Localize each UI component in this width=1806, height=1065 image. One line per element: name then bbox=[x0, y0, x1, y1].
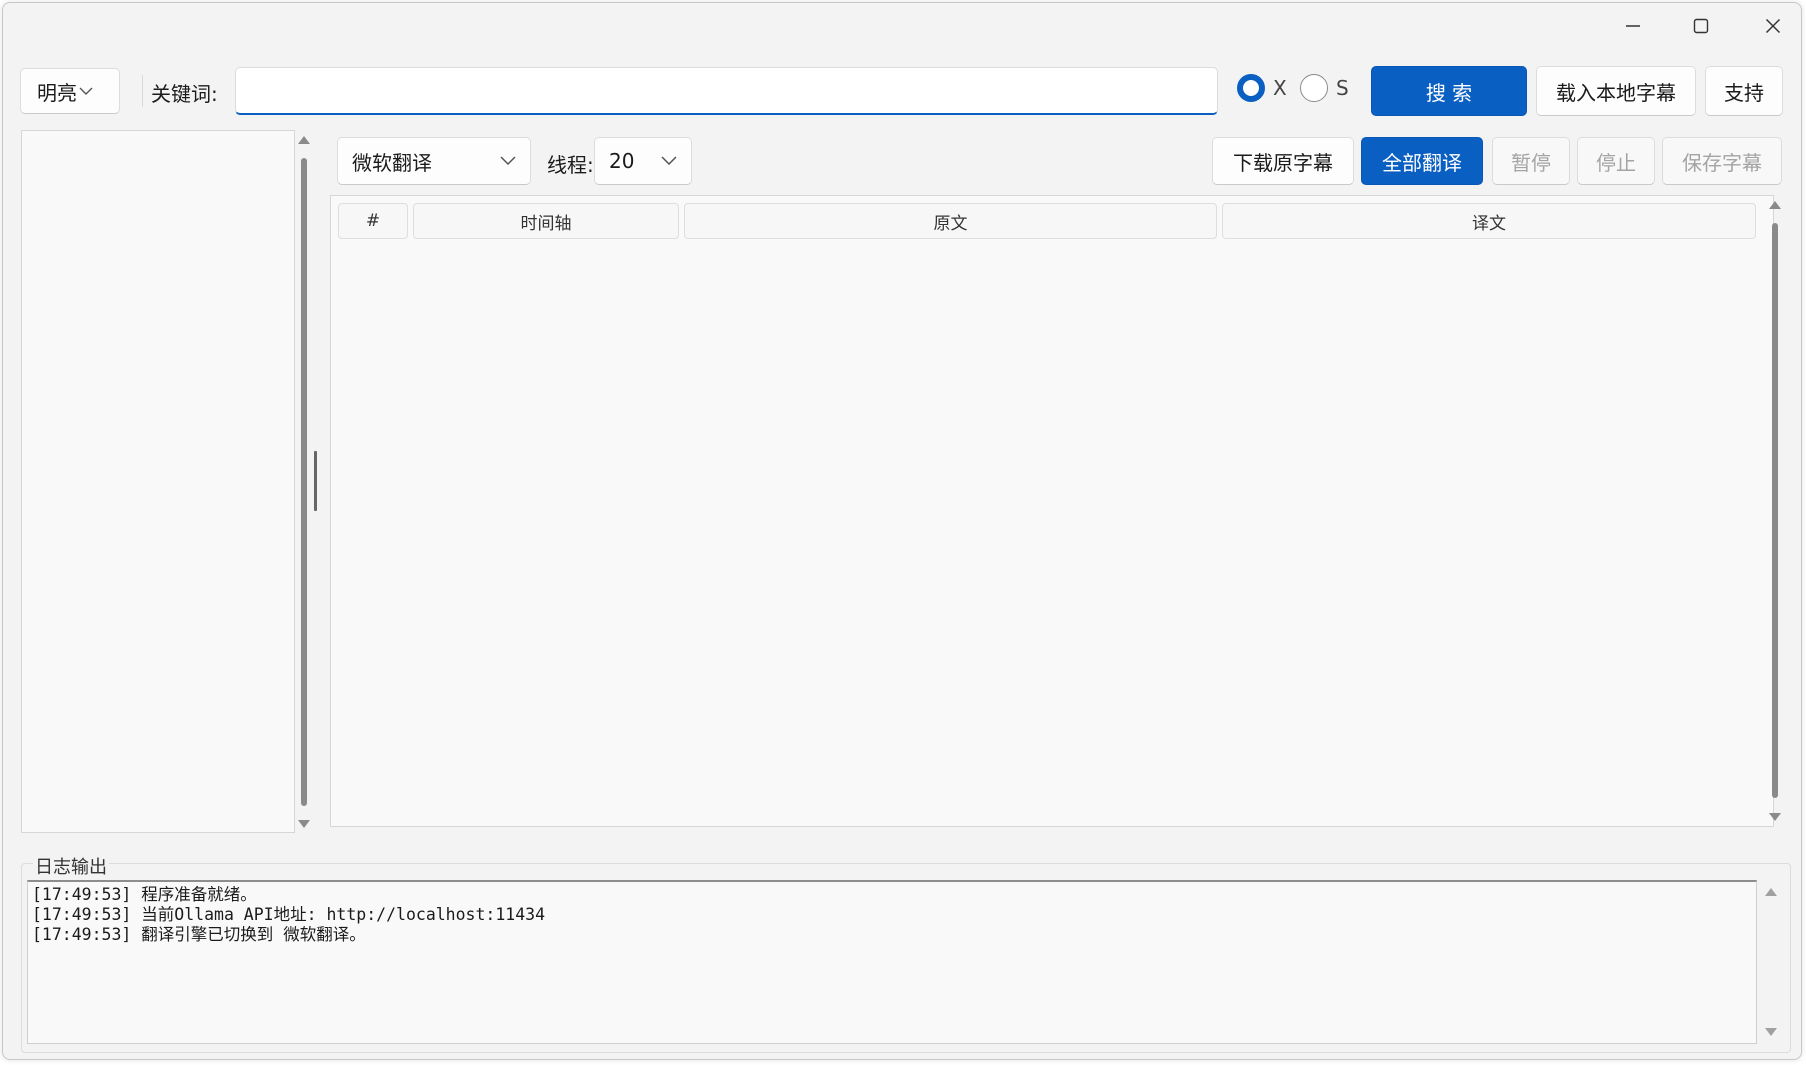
app-window: 明亮 关键词: X S 搜 索 载入本地字幕 支持 微软翻译 线程: 20 下载… bbox=[2, 2, 1802, 1060]
minimize-icon bbox=[1626, 25, 1640, 27]
threads-select[interactable]: 20 bbox=[594, 137, 692, 185]
log-title: 日志输出 bbox=[33, 853, 109, 879]
log-line: [17:49:53] 翻译引擎已切换到 微软翻译。 bbox=[32, 925, 366, 944]
radio-option-x[interactable]: X bbox=[1237, 74, 1287, 102]
column-header-original[interactable]: 原文 bbox=[684, 203, 1217, 239]
scroll-up-arrow-icon[interactable] bbox=[298, 136, 310, 144]
minimize-button[interactable] bbox=[1597, 3, 1669, 49]
chevron-down-icon bbox=[661, 156, 677, 165]
results-list-scrollbar[interactable] bbox=[297, 133, 311, 831]
pause-button[interactable]: 暂停 bbox=[1492, 137, 1570, 185]
close-button[interactable] bbox=[1737, 3, 1801, 49]
radio-x-indicator[interactable] bbox=[1237, 74, 1265, 102]
threads-label: 线程: bbox=[547, 153, 594, 177]
radio-s-label: S bbox=[1336, 76, 1349, 100]
keyword-label: 关键词: bbox=[151, 82, 218, 106]
log-line: [17:49:53] 当前Ollama API地址: http://localh… bbox=[32, 905, 546, 924]
toolbar-divider bbox=[142, 75, 143, 107]
column-header-index[interactable]: # bbox=[338, 203, 408, 239]
subtitle-table[interactable] bbox=[330, 195, 1774, 827]
scroll-down-arrow-icon[interactable] bbox=[298, 820, 310, 828]
scroll-down-arrow-icon[interactable] bbox=[1769, 813, 1781, 821]
engine-select[interactable]: 微软翻译 bbox=[337, 137, 531, 185]
save-subtitle-button[interactable]: 保存字幕 bbox=[1662, 137, 1782, 185]
log-scrollbar[interactable] bbox=[1764, 884, 1778, 1040]
column-header-translation[interactable]: 译文 bbox=[1222, 203, 1756, 239]
download-subtitle-button[interactable]: 下载原字幕 bbox=[1212, 137, 1354, 185]
maximize-button[interactable] bbox=[1665, 3, 1737, 49]
search-button[interactable]: 搜 索 bbox=[1371, 66, 1527, 116]
support-button[interactable]: 支持 bbox=[1705, 66, 1783, 116]
load-local-subtitle-button[interactable]: 载入本地字幕 bbox=[1536, 66, 1696, 116]
scroll-up-arrow-icon[interactable] bbox=[1769, 201, 1781, 209]
scroll-thumb[interactable] bbox=[1772, 223, 1778, 798]
radio-s-indicator[interactable] bbox=[1300, 74, 1328, 102]
stop-button[interactable]: 停止 bbox=[1577, 137, 1655, 185]
translate-all-button[interactable]: 全部翻译 bbox=[1361, 137, 1483, 185]
title-bar bbox=[3, 3, 1801, 49]
log-line: [17:49:53] 程序准备就绪。 bbox=[32, 885, 257, 904]
theme-select[interactable]: 明亮 bbox=[20, 68, 120, 114]
column-header-timeline[interactable]: 时间轴 bbox=[413, 203, 679, 239]
splitter-handle[interactable] bbox=[314, 451, 317, 511]
table-scrollbar[interactable] bbox=[1768, 198, 1782, 824]
chevron-down-icon bbox=[79, 87, 93, 95]
scroll-down-arrow-icon[interactable] bbox=[1765, 1028, 1777, 1036]
chevron-down-icon bbox=[500, 156, 516, 165]
scroll-up-arrow-icon[interactable] bbox=[1765, 888, 1777, 896]
scroll-thumb[interactable] bbox=[301, 158, 307, 806]
keyword-input[interactable] bbox=[235, 67, 1218, 115]
close-icon bbox=[1765, 18, 1781, 34]
maximize-icon bbox=[1693, 18, 1709, 34]
radio-option-s[interactable]: S bbox=[1300, 74, 1349, 102]
results-list[interactable] bbox=[21, 130, 295, 833]
radio-x-label: X bbox=[1273, 76, 1287, 100]
log-output[interactable]: [17:49:53] 程序准备就绪。 [17:49:53] 当前Ollama A… bbox=[27, 880, 1757, 1044]
